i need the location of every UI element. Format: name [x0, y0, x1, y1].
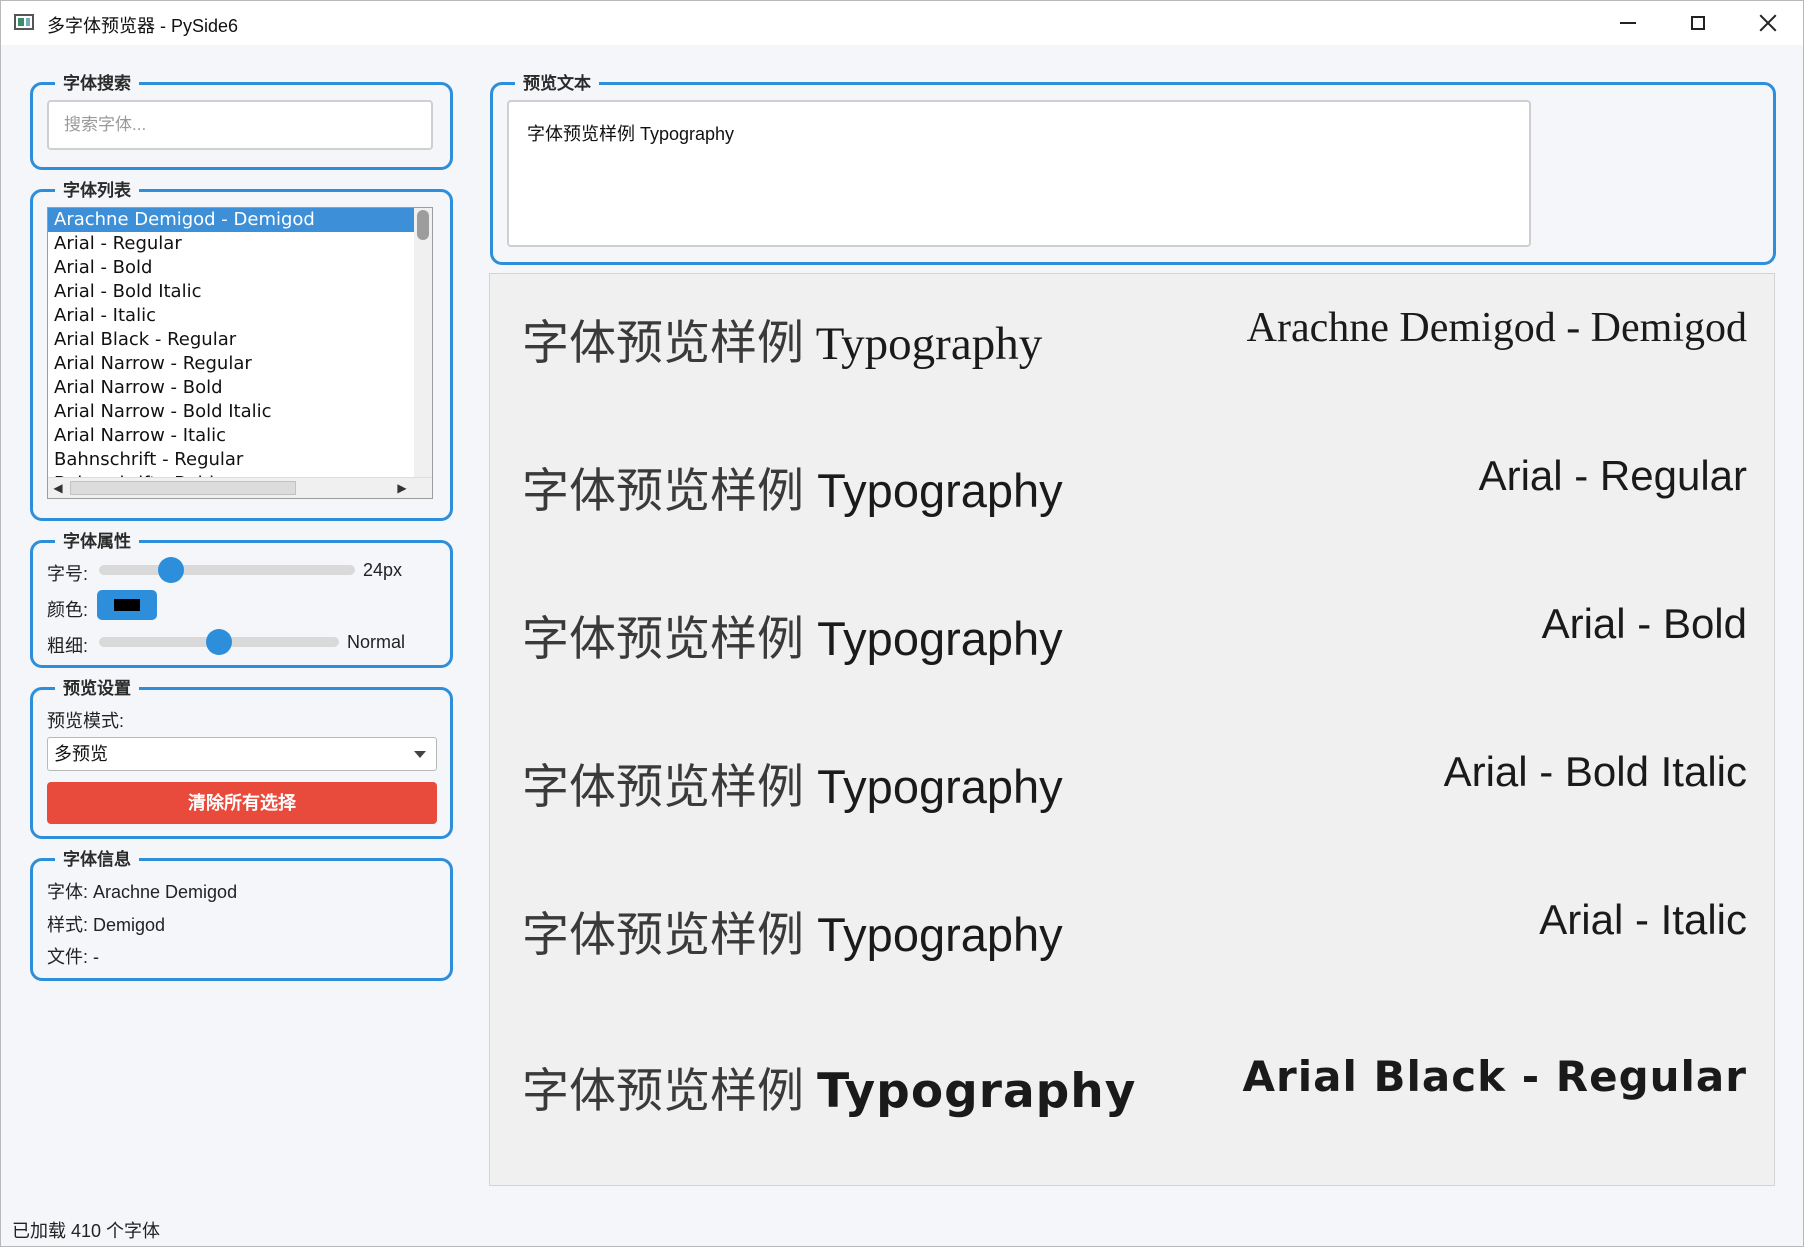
preview-sample-latin: Typography: [817, 760, 1063, 813]
scroll-left-icon[interactable]: ◀: [48, 478, 68, 498]
font-color-button[interactable]: [97, 590, 157, 620]
font-info-font: 字体: Arachne Demigod: [47, 882, 238, 902]
minimize-button[interactable]: [1593, 1, 1663, 45]
font-weight-label: 粗细:: [47, 636, 89, 656]
font-properties-group: 字体属性 字号: 24px 颜色: 粗细: Normal: [30, 529, 453, 668]
preview-mode-value: 多预览: [54, 744, 108, 764]
font-list-horizontal-scrollbar[interactable]: ◀ ▶: [48, 477, 432, 498]
font-search-group: 字体搜索 搜索字体...: [30, 71, 453, 170]
preview-row: 字体预览样例 Typography Arial - Bold: [490, 600, 1774, 710]
clear-all-button[interactable]: 清除所有选择: [47, 782, 437, 824]
preview-area[interactable]: 字体预览样例 Typography Arachne Demigod - Demi…: [489, 273, 1775, 1186]
font-size-label: 字号:: [47, 564, 89, 584]
preview-sample: 字体预览样例 Typography: [522, 304, 1042, 373]
font-color-label: 颜色:: [47, 600, 89, 620]
font-size-slider[interactable]: [99, 565, 355, 575]
preview-font-name: Arial - Italic: [1539, 896, 1747, 943]
preview-sample-latin: Typography: [817, 1064, 1137, 1119]
preview-font-name: Arachne Demigod - Demigod: [1246, 305, 1747, 351]
preview-font-name: Arial - Regular: [1478, 452, 1747, 499]
preview-sample: 字体预览样例 Typography: [522, 748, 1063, 817]
maximize-icon: [1691, 16, 1705, 30]
font-list-item[interactable]: Arial Narrow - Italic: [48, 424, 432, 448]
font-properties-group-title: 字体属性: [55, 529, 139, 555]
preview-mode-label: 预览模式:: [47, 711, 125, 731]
maximize-button[interactable]: [1663, 1, 1733, 45]
preview-sample-cjk: 字体预览样例: [522, 464, 804, 519]
preview-sample-cjk: 字体预览样例: [522, 908, 804, 963]
preview-sample: 字体预览样例 Typography: [522, 452, 1063, 521]
font-info-group: 字体信息 字体: Arachne Demigod 样式: Demigod 文件:…: [30, 847, 453, 981]
font-weight-value: Normal: [347, 632, 406, 652]
preview-sample-latin: Typography: [817, 612, 1063, 665]
preview-text-group: 预览文本 字体预览样例 Typography: [490, 71, 1776, 265]
font-size-slider-handle[interactable]: [157, 557, 184, 583]
font-list-item[interactable]: Arial Narrow - Bold Italic: [48, 400, 432, 424]
preview-row: 字体预览样例 Typography Arial - Bold Italic: [490, 748, 1774, 858]
preview-sample-cjk: 字体预览样例: [522, 316, 804, 371]
preview-mode-select[interactable]: 多预览: [47, 737, 437, 771]
preview-font-name: Arial - Bold: [1541, 600, 1747, 647]
app-icon: [14, 14, 34, 30]
font-list-group: 字体列表 Arachne Demigod - Demigod Arial - R…: [30, 178, 453, 521]
preview-sample: 字体预览样例 Typography: [522, 1052, 1136, 1121]
font-list-item[interactable]: Arial - Italic: [48, 304, 432, 328]
font-search-group-title: 字体搜索: [55, 71, 139, 97]
preview-settings-group: 预览设置 预览模式: 多预览 清除所有选择: [30, 676, 453, 839]
preview-row: 字体预览样例 Typography Arachne Demigod - Demi…: [490, 304, 1774, 414]
preview-font-name: Arial Black - Regular: [1242, 1052, 1747, 1101]
preview-row: 字体预览样例 Typography Arial - Regular: [490, 452, 1774, 562]
preview-sample-latin: Typography: [817, 464, 1063, 517]
preview-sample-cjk: 字体预览样例: [522, 1064, 804, 1119]
font-list-item[interactable]: Arial - Bold: [48, 256, 432, 280]
font-list-item[interactable]: Arachne Demigod - Demigod: [48, 208, 420, 232]
font-list-item[interactable]: Arial - Regular: [48, 232, 432, 256]
close-button[interactable]: [1733, 1, 1803, 45]
preview-font-name: Arial - Bold Italic: [1443, 748, 1747, 795]
preview-sample-latin: Typography: [815, 318, 1043, 370]
vertical-scroll-thumb[interactable]: [417, 210, 429, 240]
chevron-down-icon: [414, 751, 426, 758]
preview-sample-cjk: 字体预览样例: [522, 612, 804, 667]
font-size-value: 24px: [363, 560, 403, 580]
title-bar: 多字体预览器 - PySide6: [1, 1, 1803, 45]
font-list-vertical-scrollbar[interactable]: [414, 208, 432, 480]
preview-sample-latin: Typography: [817, 908, 1063, 961]
preview-row: 字体预览样例 Typography Arial - Italic: [490, 896, 1774, 1006]
preview-sample-cjk: 字体预览样例: [522, 760, 804, 815]
preview-text-input[interactable]: 字体预览样例 Typography: [507, 100, 1531, 247]
preview-row: 字体预览样例 Typography Arial Black - Regular: [490, 1052, 1774, 1162]
app-window: 多字体预览器 - PySide6 字体搜索 搜索字体... 字体列表 Arach…: [0, 0, 1804, 1247]
font-list-item[interactable]: Bahnschrift - Regular: [48, 448, 432, 472]
font-list-item[interactable]: Arial Narrow - Regular: [48, 352, 432, 376]
font-weight-slider-handle[interactable]: [206, 629, 232, 655]
minimize-icon: [1620, 22, 1636, 24]
close-icon: [1759, 14, 1777, 32]
color-swatch: [114, 599, 140, 611]
font-info-file: 文件: -: [47, 947, 99, 967]
preview-text-group-title: 预览文本: [515, 71, 599, 97]
status-bar: 已加载 410 个字体: [12, 1221, 161, 1241]
preview-settings-group-title: 预览设置: [55, 676, 139, 702]
font-search-input[interactable]: 搜索字体...: [47, 100, 433, 150]
font-info-group-title: 字体信息: [55, 847, 139, 873]
font-list-item[interactable]: Arial Narrow - Bold: [48, 376, 432, 400]
preview-sample: 字体预览样例 Typography: [522, 600, 1063, 669]
scroll-right-icon[interactable]: ▶: [392, 478, 412, 498]
window-title: 多字体预览器 - PySide6: [47, 16, 239, 36]
preview-sample: 字体预览样例 Typography: [522, 896, 1063, 965]
font-list-group-title: 字体列表: [55, 178, 139, 204]
font-list[interactable]: Arachne Demigod - Demigod Arial - Regula…: [47, 207, 433, 499]
font-list-item[interactable]: Arial Black - Regular: [48, 328, 432, 352]
font-list-item[interactable]: Arial - Bold Italic: [48, 280, 432, 304]
horizontal-scroll-thumb[interactable]: [70, 481, 296, 495]
font-info-style: 样式: Demigod: [47, 915, 166, 935]
